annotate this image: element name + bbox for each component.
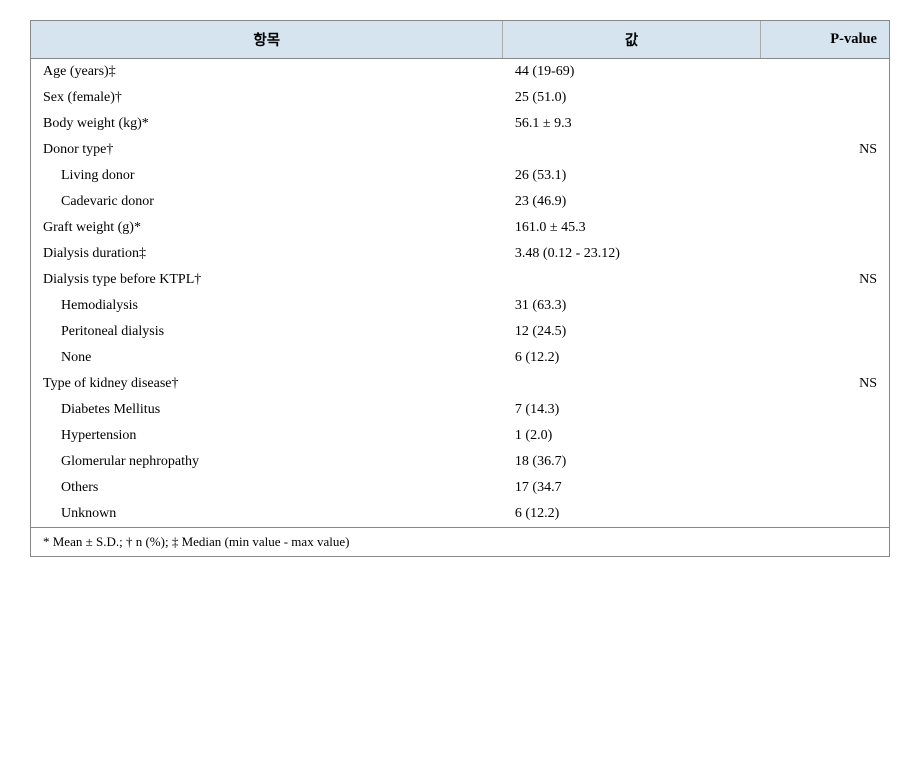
table-row: Age (years)‡44 (19-69) xyxy=(31,59,889,86)
cell-label: Cadevaric donor xyxy=(31,189,503,215)
footnote-row: * Mean ± S.D.; † n (%); ‡ Median (min va… xyxy=(31,528,889,557)
cell-label: Dialysis duration‡ xyxy=(31,241,503,267)
cell-label: None xyxy=(31,345,503,371)
table-row: Cadevaric donor23 (46.9) xyxy=(31,189,889,215)
table-row: Peritoneal dialysis12 (24.5) xyxy=(31,319,889,345)
cell-value xyxy=(503,267,760,293)
cell-pvalue xyxy=(760,163,889,189)
header-pvalue: P-value xyxy=(760,21,889,59)
cell-pvalue xyxy=(760,475,889,501)
cell-label: Glomerular nephropathy xyxy=(31,449,503,475)
table-row: Unknown6 (12.2) xyxy=(31,501,889,528)
cell-label: Graft weight (g)* xyxy=(31,215,503,241)
cell-label: Living donor xyxy=(31,163,503,189)
cell-pvalue: NS xyxy=(760,267,889,293)
table-row: Others17 (34.7 xyxy=(31,475,889,501)
cell-label: Body weight (kg)* xyxy=(31,111,503,137)
cell-pvalue xyxy=(760,241,889,267)
data-table: 항목 값 P-value Age (years)‡44 (19-69)Sex (… xyxy=(31,21,889,556)
cell-label: Type of kidney disease† xyxy=(31,371,503,397)
cell-pvalue xyxy=(760,293,889,319)
cell-pvalue xyxy=(760,189,889,215)
table-row: Glomerular nephropathy18 (36.7) xyxy=(31,449,889,475)
cell-label: Others xyxy=(31,475,503,501)
cell-pvalue xyxy=(760,111,889,137)
cell-value: 18 (36.7) xyxy=(503,449,760,475)
cell-pvalue xyxy=(760,397,889,423)
header-value: 값 xyxy=(503,21,760,59)
table-row: Living donor26 (53.1) xyxy=(31,163,889,189)
table-row: None6 (12.2) xyxy=(31,345,889,371)
table-row: Dialysis duration‡3.48 (0.12 - 23.12) xyxy=(31,241,889,267)
cell-value: 17 (34.7 xyxy=(503,475,760,501)
table-row: Sex (female)†25 (51.0) xyxy=(31,85,889,111)
table-row: Donor type† NS xyxy=(31,137,889,163)
cell-label: Diabetes Mellitus xyxy=(31,397,503,423)
cell-pvalue xyxy=(760,319,889,345)
table-row: Type of kidney disease† NS xyxy=(31,371,889,397)
cell-label: Peritoneal dialysis xyxy=(31,319,503,345)
cell-label: Sex (female)† xyxy=(31,85,503,111)
cell-pvalue xyxy=(760,449,889,475)
cell-value: 1 (2.0) xyxy=(503,423,760,449)
cell-label: Unknown xyxy=(31,501,503,528)
cell-value: 7 (14.3) xyxy=(503,397,760,423)
cell-label: Dialysis type before KTPL† xyxy=(31,267,503,293)
cell-pvalue: NS xyxy=(760,137,889,163)
cell-pvalue xyxy=(760,345,889,371)
header-item: 항목 xyxy=(31,21,503,59)
cell-pvalue xyxy=(760,423,889,449)
cell-pvalue xyxy=(760,85,889,111)
footnote-text: * Mean ± S.D.; † n (%); ‡ Median (min va… xyxy=(31,528,889,557)
table-row: Hypertension1 (2.0) xyxy=(31,423,889,449)
cell-label: Hypertension xyxy=(31,423,503,449)
cell-pvalue: NS xyxy=(760,371,889,397)
table-row: Graft weight (g)*161.0 ± 45.3 xyxy=(31,215,889,241)
cell-value: 12 (24.5) xyxy=(503,319,760,345)
cell-value: 6 (12.2) xyxy=(503,345,760,371)
table-row: Diabetes Mellitus7 (14.3) xyxy=(31,397,889,423)
table-row: Hemodialysis31 (63.3) xyxy=(31,293,889,319)
cell-value: 26 (53.1) xyxy=(503,163,760,189)
cell-value: 6 (12.2) xyxy=(503,501,760,528)
cell-value: 161.0 ± 45.3 xyxy=(503,215,760,241)
cell-value: 31 (63.3) xyxy=(503,293,760,319)
cell-label: Hemodialysis xyxy=(31,293,503,319)
cell-value xyxy=(503,137,760,163)
cell-value xyxy=(503,371,760,397)
cell-value: 44 (19-69) xyxy=(503,59,760,86)
cell-label: Donor type† xyxy=(31,137,503,163)
cell-pvalue xyxy=(760,59,889,86)
cell-value: 23 (46.9) xyxy=(503,189,760,215)
cell-value: 3.48 (0.12 - 23.12) xyxy=(503,241,760,267)
cell-label: Age (years)‡ xyxy=(31,59,503,86)
table-row: Body weight (kg)*56.1 ± 9.3 xyxy=(31,111,889,137)
cell-pvalue xyxy=(760,501,889,528)
cell-value: 25 (51.0) xyxy=(503,85,760,111)
main-table-container: 항목 값 P-value Age (years)‡44 (19-69)Sex (… xyxy=(30,20,890,557)
table-row: Dialysis type before KTPL† NS xyxy=(31,267,889,293)
cell-value: 56.1 ± 9.3 xyxy=(503,111,760,137)
cell-pvalue xyxy=(760,215,889,241)
